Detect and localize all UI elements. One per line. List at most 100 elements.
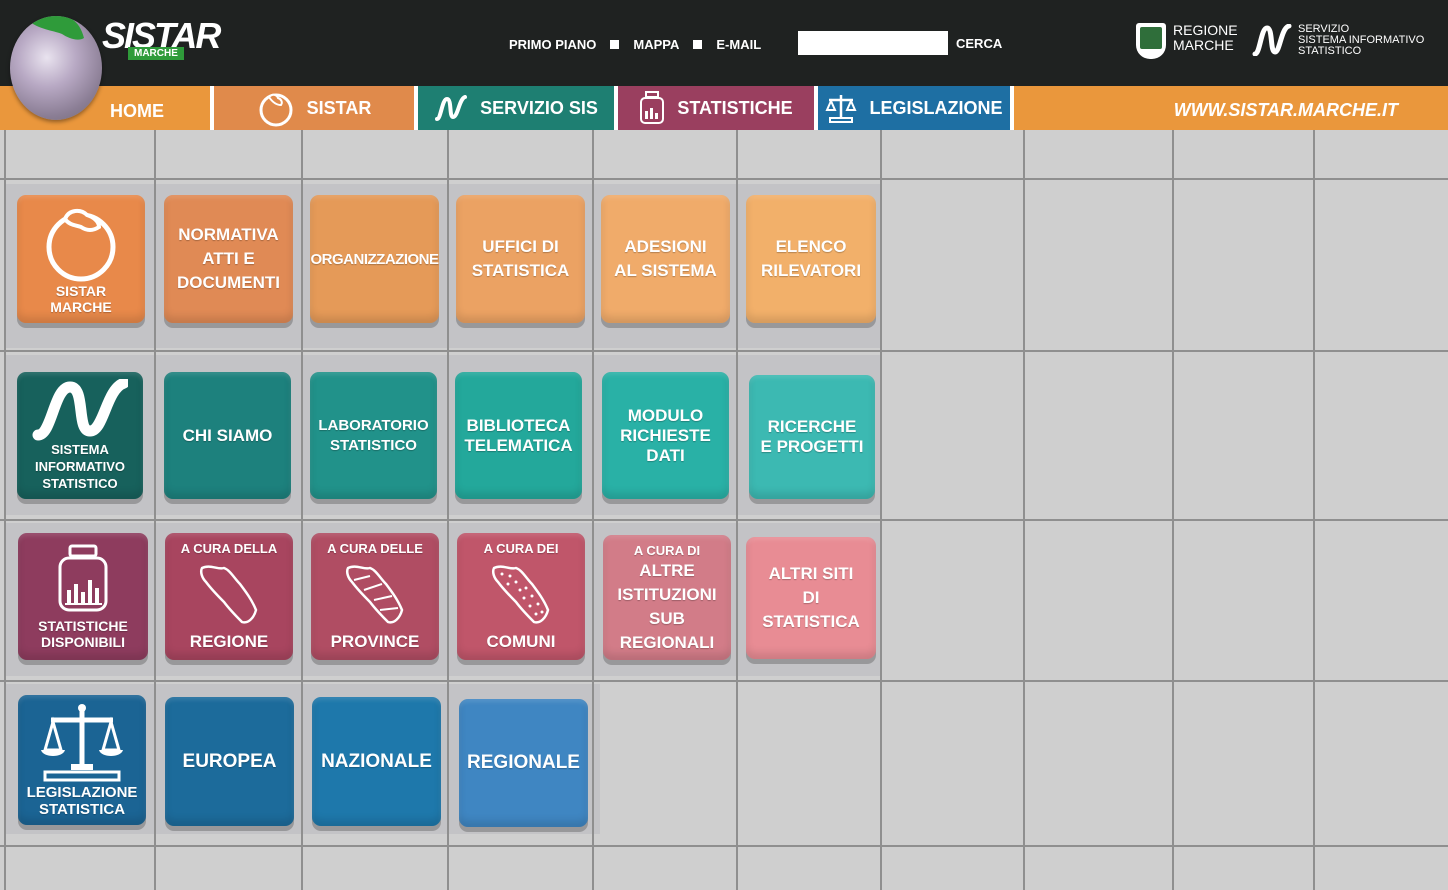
grid-line bbox=[154, 130, 156, 890]
tile-normativa[interactable]: NORMATIVA ATTI E DOCUMENTI bbox=[164, 195, 293, 323]
tile-prelabel: A CURA DEI bbox=[483, 541, 559, 556]
tile-label: ORGANIZZAZIONE bbox=[310, 250, 440, 268]
tile-adesioni[interactable]: ADESIONI AL SISTEMA bbox=[601, 195, 730, 323]
tile-regionale[interactable]: REGIONALE bbox=[459, 699, 588, 827]
tile-statistiche-disponibili[interactable]: STATISTICHE DISPONIBILI bbox=[18, 533, 148, 660]
tile-label: DISPONIBILI bbox=[40, 634, 125, 650]
grid-line bbox=[301, 130, 303, 890]
balance-scale-icon bbox=[41, 704, 123, 782]
tile-label: EUROPEA bbox=[182, 750, 277, 772]
grid-line bbox=[880, 130, 882, 890]
sis-wave-logo-icon bbox=[434, 95, 468, 121]
tile-label: RICERCHE bbox=[767, 417, 857, 436]
grid-line bbox=[1023, 130, 1025, 890]
tab-servizio-sis[interactable]: SERVIZIO SIS bbox=[414, 86, 614, 130]
header-bar: SISTAR MARCHE PRIMO PIANO MAPPA E-MAIL C… bbox=[0, 0, 1448, 86]
grid-line bbox=[0, 845, 1448, 847]
tab-legislazione-label: LEGISLAZIONE bbox=[869, 97, 1003, 118]
tile-label: UFFICI DI bbox=[482, 237, 559, 256]
tile-regione[interactable]: A CURA DELLA REGIONE bbox=[165, 533, 293, 660]
tile-comuni[interactable]: A CURA DEI COMUNI bbox=[457, 533, 585, 660]
tile-label: STATISTICA bbox=[38, 801, 126, 818]
grid-line bbox=[1313, 130, 1315, 890]
balance-scale-icon bbox=[825, 92, 858, 124]
tile-label: STATISTICA bbox=[762, 612, 860, 631]
separator-square-icon bbox=[693, 39, 703, 49]
nav-primo-piano[interactable]: PRIMO PIANO bbox=[509, 37, 596, 52]
nav-mappa[interactable]: MAPPA bbox=[633, 37, 679, 52]
search-button[interactable]: CERCA bbox=[956, 36, 1002, 51]
tile-label: SISTEMA bbox=[51, 442, 109, 457]
sistar-logo[interactable]: SISTAR MARCHE bbox=[102, 18, 221, 62]
regione-marche-logo[interactable]: REGIONE MARCHE bbox=[1136, 22, 1246, 62]
marche-region-circle-icon bbox=[46, 208, 116, 282]
tile-label: SUB bbox=[649, 608, 685, 628]
tile-elenco-rilevatori[interactable]: ELENCO RILEVATORI bbox=[746, 195, 876, 323]
tile-label: NAZIONALE bbox=[321, 750, 432, 772]
tile-modulo-richieste[interactable]: MODULO RICHIESTE DATI bbox=[602, 372, 729, 499]
tile-label: SISTAR bbox=[55, 283, 107, 299]
grid-line bbox=[0, 519, 1448, 521]
tab-sistar[interactable]: SISTAR bbox=[210, 86, 414, 130]
tile-altre-istituzioni[interactable]: A CURA DI ALTRE ISTITUZIONI SUB REGIONAL… bbox=[603, 535, 731, 660]
tab-home-label: HOME bbox=[110, 100, 164, 121]
grid-line bbox=[0, 680, 1448, 682]
tile-label: INFORMATIVO bbox=[34, 459, 126, 474]
tile-sistar-marche[interactable]: SISTAR MARCHE bbox=[17, 195, 145, 323]
tile-prelabel: A CURA DI bbox=[633, 542, 701, 558]
tile-chi-siamo[interactable]: CHI SIAMO bbox=[164, 372, 291, 499]
data-jar-chart-icon bbox=[639, 91, 665, 125]
tile-label: MARCHE bbox=[50, 299, 112, 315]
search-input[interactable] bbox=[798, 31, 948, 55]
tile-label: RICHIESTE bbox=[620, 425, 711, 445]
tile-label: ADESIONI bbox=[624, 237, 707, 256]
tile-label: STATISTICO bbox=[42, 476, 118, 491]
tile-province[interactable]: A CURA DELLE PROVINCE bbox=[311, 533, 439, 660]
tile-label: PROVINCE bbox=[330, 632, 420, 651]
tile-label: STATISTICA bbox=[471, 261, 570, 280]
data-jar-chart-icon bbox=[58, 544, 108, 612]
tile-label: LEGISLAZIONE bbox=[26, 784, 138, 801]
tile-label: CHI SIAMO bbox=[182, 425, 273, 445]
tile-uffici-statistica[interactable]: UFFICI DI STATISTICA bbox=[456, 195, 585, 323]
tab-statistiche[interactable]: STATISTICHE bbox=[614, 86, 814, 130]
tile-label: REGIONALE bbox=[467, 752, 580, 773]
top-nav: PRIMO PIANO MAPPA E-MAIL bbox=[509, 35, 761, 53]
tile-label: E PROGETTI bbox=[760, 437, 864, 456]
tile-prelabel: A CURA DELLE bbox=[327, 541, 423, 556]
tile-altri-siti[interactable]: ALTRI SITI DI STATISTICA bbox=[746, 537, 876, 659]
tile-label: ATTI E bbox=[202, 249, 255, 268]
tile-label: AL SISTEMA bbox=[614, 261, 717, 280]
regione-shield-icon bbox=[1136, 23, 1166, 59]
sis-wave-logo-icon bbox=[32, 379, 128, 441]
regione-line2: MARCHE bbox=[1173, 37, 1234, 53]
tile-label: ALTRI SITI bbox=[768, 564, 854, 583]
tile-nazionale[interactable]: NAZIONALE bbox=[312, 697, 441, 826]
grid-line bbox=[4, 130, 6, 890]
nav-email[interactable]: E-MAIL bbox=[716, 37, 761, 52]
province-map-icon bbox=[345, 564, 404, 624]
tile-ricerche-progetti[interactable]: RICERCHE E PROGETTI bbox=[749, 375, 875, 499]
tile-label: STATISTICHE bbox=[38, 618, 128, 634]
tile-label: COMUNI bbox=[486, 632, 556, 651]
tile-europea[interactable]: EUROPEA bbox=[165, 697, 294, 826]
marche-region-circle-icon bbox=[257, 89, 295, 127]
tile-label: REGIONALI bbox=[619, 632, 715, 652]
grid-line bbox=[736, 130, 738, 890]
tab-servizio-sis-label: SERVIZIO SIS bbox=[480, 97, 598, 118]
tile-laboratorio[interactable]: LABORATORIO STATISTICO bbox=[310, 372, 437, 499]
tile-legislazione-statistica[interactable]: LEGISLAZIONE STATISTICA bbox=[18, 695, 146, 825]
servizio-line3: STATISTICO bbox=[1298, 45, 1362, 57]
site-url-link[interactable]: WWW.SISTAR.MARCHE.IT bbox=[1174, 88, 1398, 132]
servizio-sis-logo[interactable]: SERVIZIO SISTEMA INFORMATIVO STATISTICO bbox=[1252, 22, 1442, 62]
tile-label: ALTRE bbox=[639, 560, 695, 580]
tile-label: DATI bbox=[646, 445, 685, 465]
tile-organizzazione[interactable]: ORGANIZZAZIONE bbox=[310, 195, 439, 323]
tile-sistema-informativo[interactable]: SISTEMA INFORMATIVO STATISTICO bbox=[17, 372, 143, 499]
grid-line bbox=[0, 350, 1448, 352]
tab-legislazione[interactable]: LEGISLAZIONE bbox=[814, 86, 1014, 130]
tile-biblioteca[interactable]: BIBLIOTECA TELEMATICA bbox=[455, 372, 582, 499]
tile-label: NORMATIVA bbox=[178, 225, 279, 244]
regione-line1: REGIONE bbox=[1173, 22, 1238, 38]
tile-label: ISTITUZIONI bbox=[617, 584, 717, 604]
